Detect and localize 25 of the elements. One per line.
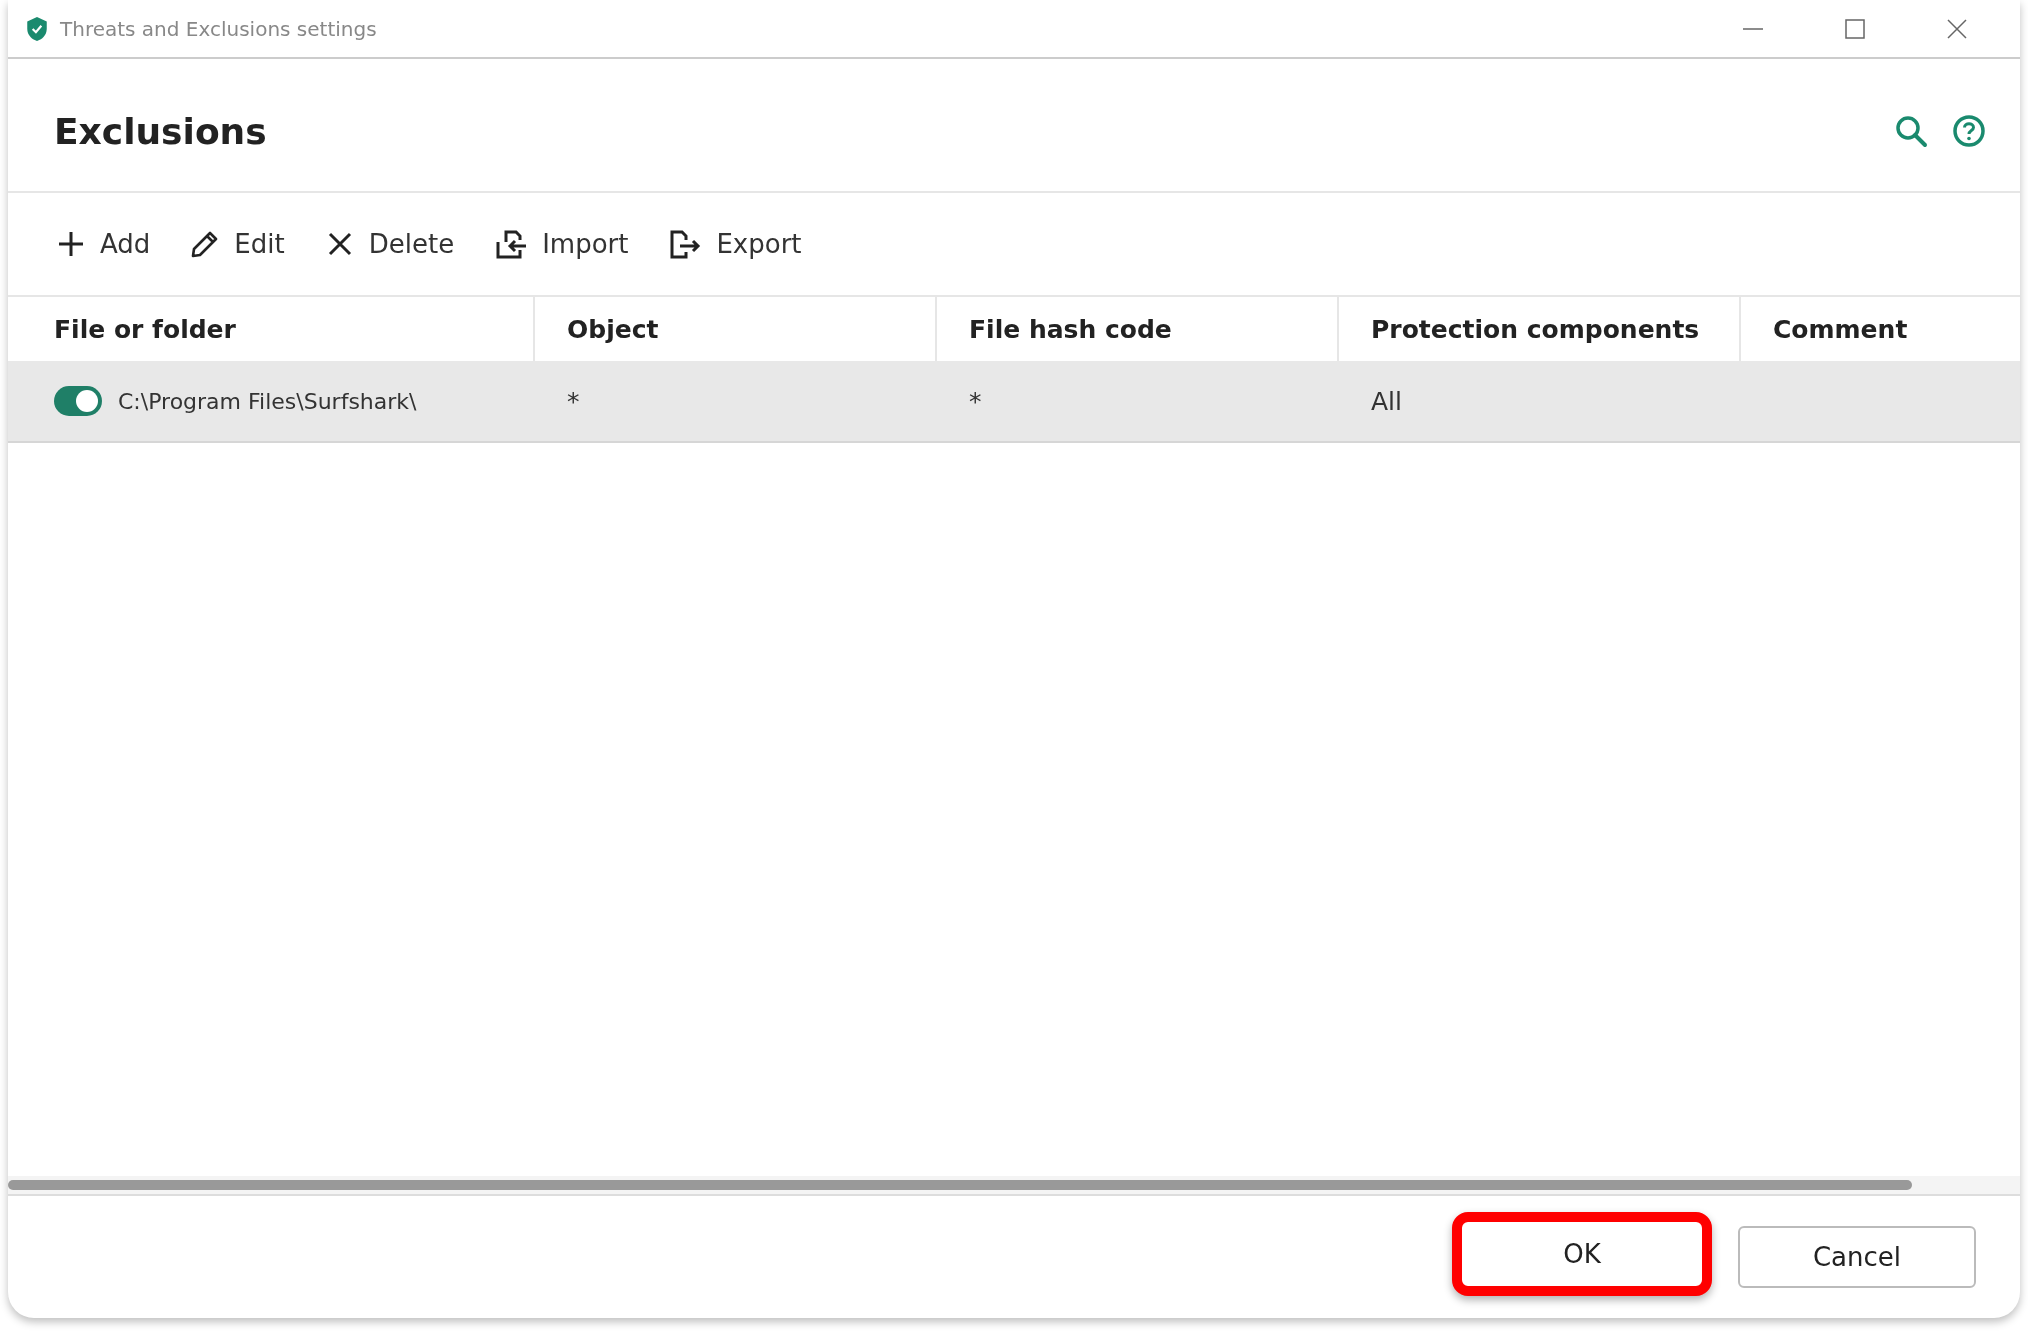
column-header[interactable]: File or folder	[8, 297, 533, 361]
maximize-icon[interactable]	[1844, 17, 1866, 40]
horizontal-scrollbar[interactable]	[8, 1176, 2020, 1196]
window-title: Threats and Exclusions settings	[60, 16, 377, 41]
add-button[interactable]: Add	[52, 225, 155, 263]
toggle-switch[interactable]	[54, 386, 102, 416]
table-cell: C:\Program Files\Surfshark\	[118, 388, 417, 414]
table-row[interactable]: C:\Program Files\Surfshark\ * * All	[8, 361, 2020, 443]
ok-button[interactable]: OK	[1452, 1212, 1712, 1296]
page-title: Exclusions	[54, 110, 267, 152]
edit-button[interactable]: Edit	[186, 225, 289, 263]
cancel-button[interactable]: Cancel	[1738, 1226, 1976, 1288]
search-button[interactable]	[1894, 114, 1928, 148]
delete-button[interactable]: Delete	[320, 225, 459, 263]
import-icon[interactable]	[494, 228, 529, 260]
table-cell: *	[567, 386, 580, 416]
import-button[interactable]: Import	[490, 224, 633, 264]
table-cell: *	[969, 386, 982, 416]
table-cell: All	[1371, 386, 1402, 416]
plus-icon[interactable]	[56, 229, 86, 259]
export-icon[interactable]	[668, 228, 703, 260]
close-icon[interactable]	[1946, 17, 1968, 40]
help-button[interactable]	[1952, 114, 1986, 148]
shield-icon	[26, 15, 48, 42]
export-button[interactable]: Export	[664, 224, 806, 264]
